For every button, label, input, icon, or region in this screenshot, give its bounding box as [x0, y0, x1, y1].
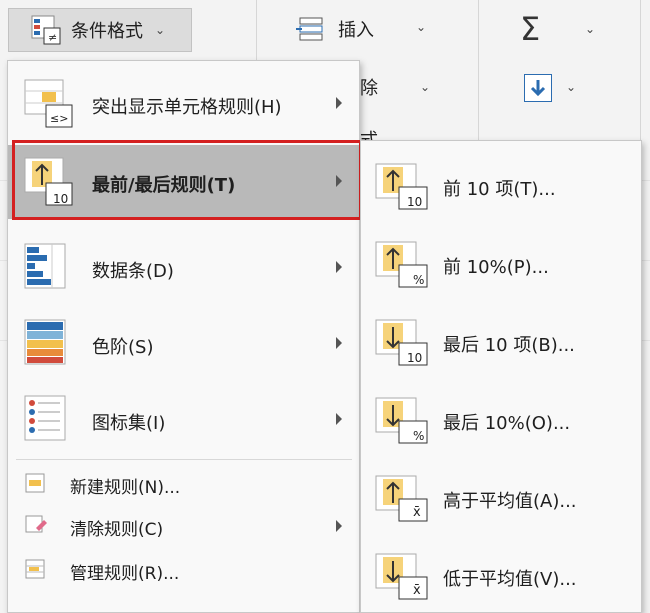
conditional-formatting-button[interactable]: ≠ 条件格式 ⌄ [8, 8, 192, 52]
submenu-arrow-icon [336, 520, 342, 532]
submenu-item-label: 最后 10 项(B)... [443, 335, 575, 356]
submenu-item-top-10-items[interactable]: 10 前 10 项(T)... [361, 147, 641, 225]
highlight-icon-badge: ≤> [50, 112, 69, 125]
top-bottom-rules-submenu: 10 前 10 项(T)... % 前 10%(P)... 10 最后 10 项… [360, 140, 642, 613]
menu-item-label: 图标集(I) [92, 413, 166, 434]
menu-item-label: 色阶(S) [92, 337, 154, 358]
menu-item-color-scales[interactable]: 色阶(S) [8, 307, 359, 381]
icon-badge: % [413, 273, 425, 287]
submenu-arrow-icon [336, 413, 342, 425]
insert-label: 插入 [338, 20, 374, 41]
clear-rules-icon [24, 514, 48, 538]
submenu-item-label: 前 10%(P)... [443, 257, 549, 278]
insert-cells-icon [296, 16, 326, 42]
data-bars-icon [24, 243, 74, 293]
menu-item-label: 新建规则(N)... [70, 478, 181, 498]
svg-text:≠: ≠ [48, 31, 57, 44]
menu-item-label: 数据条(D) [92, 261, 174, 282]
insert-button[interactable]: 插入 ⌄ [296, 14, 426, 44]
color-scales-icon [24, 319, 74, 369]
chevron-down-icon: ⌄ [416, 20, 427, 34]
submenu-item-below-average[interactable]: x̄ 低于平均值(V)... [361, 537, 641, 613]
conditional-formatting-icon: ≠ [31, 15, 61, 45]
submenu-item-above-average[interactable]: x̄ 高于平均值(A)... [361, 459, 641, 537]
menu-item-label: 最前/最后规则(T) [92, 175, 236, 196]
conditional-formatting-menu: ≤> 突出显示单元格规则(H) 10 最前/最后规则(T) 数据条(D) 色阶(… [7, 60, 360, 613]
menu-item-label: 突出显示单元格规则(H) [92, 97, 282, 118]
submenu-arrow-icon [336, 97, 342, 109]
new-rule-icon [24, 472, 48, 496]
menu-item-label: 清除规则(C) [70, 520, 164, 540]
submenu-item-bottom-10-items[interactable]: 10 最后 10 项(B)... [361, 303, 641, 381]
conditional-formatting-label: 条件格式 [71, 21, 143, 42]
menu-item-data-bars[interactable]: 数据条(D) [8, 231, 359, 305]
chevron-down-icon: ⌄ [585, 22, 596, 36]
autosum-icon[interactable]: Σ [520, 10, 540, 48]
submenu-arrow-icon [336, 337, 342, 349]
submenu-arrow-icon [336, 261, 342, 273]
icon-badge: x̄ [413, 583, 421, 598]
menu-item-icon-sets[interactable]: 图标集(I) [8, 383, 359, 457]
icon-sets-icon [24, 395, 74, 445]
submenu-item-label: 低于平均值(V)... [443, 569, 577, 590]
menu-item-label: 管理规则(R)... [70, 564, 180, 584]
icon-badge: % [413, 429, 425, 443]
submenu-item-label: 前 10 项(T)... [443, 179, 556, 200]
top-bottom-icon-badge: 10 [53, 192, 69, 206]
submenu-item-top-10-percent[interactable]: % 前 10%(P)... [361, 225, 641, 303]
delete-label: 除 [360, 78, 378, 99]
manage-rules-icon [24, 558, 48, 582]
submenu-arrow-icon [336, 175, 342, 187]
icon-badge: 10 [407, 351, 423, 365]
icon-badge: x̄ [413, 505, 421, 520]
chevron-down-icon: ⌄ [566, 80, 577, 94]
fill-down-icon[interactable] [524, 74, 552, 102]
submenu-item-bottom-10-percent[interactable]: % 最后 10%(O)... [361, 381, 641, 459]
menu-item-new-rule[interactable]: 新建规则(N)... [8, 463, 359, 505]
icon-badge: 10 [407, 195, 423, 209]
menu-divider [16, 459, 352, 460]
menu-item-manage-rules[interactable]: 管理规则(R)... [8, 549, 359, 591]
menu-item-highlight-cells-rules[interactable]: ≤> 突出显示单元格规则(H) [8, 67, 359, 141]
submenu-item-label: 最后 10%(O)... [443, 413, 571, 434]
chevron-down-icon: ⌄ [420, 80, 431, 94]
submenu-item-label: 高于平均值(A)... [443, 491, 577, 512]
menu-item-clear-rules[interactable]: 清除规则(C) [8, 505, 359, 547]
menu-item-top-bottom-rules[interactable]: 10 最前/最后规则(T) [8, 145, 359, 219]
chevron-down-icon: ⌄ [155, 23, 166, 37]
